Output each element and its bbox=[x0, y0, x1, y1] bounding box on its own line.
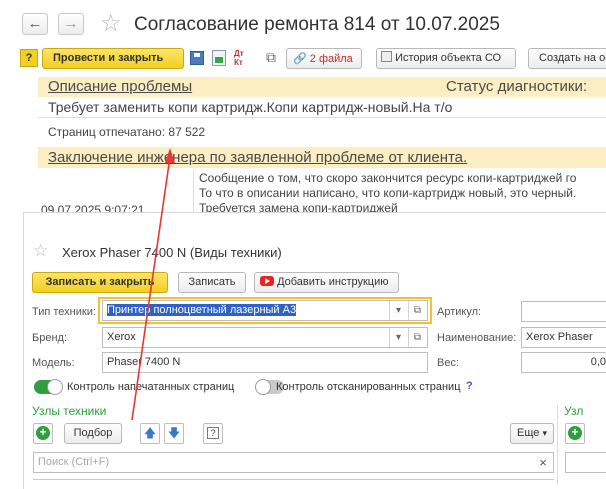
add-instruction-label: Добавить инструкцию bbox=[277, 276, 389, 288]
save-disk-icon[interactable] bbox=[190, 51, 204, 65]
back-window: ← → ☆ Согласование ремонта 814 от 10.07.… bbox=[0, 0, 606, 217]
quick-select-button[interactable]: ? bbox=[203, 423, 223, 444]
add-row-button[interactable]: + bbox=[33, 423, 53, 444]
create-based-on-button[interactable]: Создать на осно bbox=[528, 48, 606, 69]
more-label: Еще bbox=[517, 427, 540, 439]
front-window: ☆ Xerox Phaser 7400 N (Виды техники) Зап… bbox=[23, 212, 606, 489]
conclusion-title: Заключение инженера по заявленной пробле… bbox=[48, 149, 468, 166]
toggle-knob bbox=[47, 379, 63, 395]
open-icon[interactable]: ⧉ bbox=[408, 301, 426, 320]
conclusion-line: То что в описании написано, что копи-кар… bbox=[199, 186, 577, 200]
save-button[interactable]: Записать bbox=[178, 272, 246, 293]
help-question-icon[interactable]: ? bbox=[466, 380, 473, 392]
model-label: Модель: bbox=[32, 357, 75, 369]
form-title: Xerox Phaser 7400 N (Виды техники) bbox=[62, 245, 282, 260]
clear-icon[interactable]: × bbox=[534, 453, 552, 472]
search-input[interactable]: Поиск (Ctrl+F) × bbox=[33, 452, 554, 473]
favorite-star-icon[interactable]: ☆ bbox=[100, 9, 122, 37]
post-and-close-button[interactable]: Провести и закрыть bbox=[42, 48, 184, 69]
attachment-icon: 🔗 bbox=[293, 52, 307, 65]
article-field[interactable] bbox=[521, 301, 606, 322]
save-and-close-label: Записать и закрыть bbox=[45, 276, 155, 288]
plus-circle-icon: + bbox=[568, 426, 582, 440]
toggle-knob bbox=[255, 379, 271, 395]
add-row-button-right[interactable]: + bbox=[565, 423, 585, 444]
favorite-star-icon[interactable]: ☆ bbox=[33, 241, 48, 261]
printed-pages-toggle[interactable] bbox=[34, 379, 63, 395]
brand-label: Бренд: bbox=[32, 332, 68, 344]
scanned-pages-toggle-label: Контроль отсканированных страниц bbox=[276, 381, 461, 393]
move-up-button[interactable]: 🡅 bbox=[140, 423, 160, 444]
post-document-icon[interactable] bbox=[212, 50, 226, 66]
youtube-icon bbox=[260, 276, 274, 286]
files-button[interactable]: 🔗 2 файла bbox=[286, 48, 362, 69]
divider bbox=[38, 117, 606, 118]
add-instruction-button[interactable]: Добавить инструкцию bbox=[254, 272, 399, 293]
forward-button[interactable]: → bbox=[58, 13, 84, 35]
problem-text: Требует заменить копи картридж.Копи карт… bbox=[48, 99, 453, 115]
diagnostic-status-label: Статус диагностики: bbox=[446, 78, 588, 95]
printed-pages-toggle-label: Контроль напечатанных страниц bbox=[67, 381, 235, 393]
type-label: Тип техники: bbox=[32, 306, 96, 318]
save-and-close-button[interactable]: Записать и закрыть bbox=[32, 272, 168, 293]
arrow-up-icon: 🡅 bbox=[143, 426, 157, 440]
nodes-title-right: Узл bbox=[564, 404, 584, 418]
printed-pages-label: Страниц отпечатано: 87 522 bbox=[48, 125, 206, 139]
open-icon[interactable]: ⧉ bbox=[408, 328, 426, 347]
history-label: История объекта СО bbox=[395, 52, 502, 64]
conclusion-divider bbox=[193, 170, 194, 212]
search-placeholder: Поиск (Ctrl+F) bbox=[38, 456, 110, 468]
more-button[interactable]: Еще ▾ bbox=[510, 423, 554, 444]
type-field[interactable]: Принтер полноцветный лазерный А3 ▾ ⧉ bbox=[102, 300, 428, 321]
table-header-line bbox=[33, 479, 554, 480]
model-field[interactable]: Phaser 7400 N bbox=[102, 352, 428, 373]
help-icon[interactable]: ? bbox=[20, 49, 38, 67]
nodes-title: Узлы техники bbox=[32, 404, 107, 418]
name-field[interactable]: Xerox Phaser bbox=[521, 327, 606, 348]
create-based-on-label: Создать на осно bbox=[539, 52, 606, 64]
history-icon bbox=[381, 51, 392, 62]
type-value: Принтер полноцветный лазерный А3 bbox=[107, 304, 297, 316]
post-and-close-label: Провести и закрыть bbox=[53, 52, 164, 64]
dropdown-arrow-icon[interactable]: ▾ bbox=[389, 328, 407, 347]
save-label: Записать bbox=[188, 276, 236, 288]
clip-icon[interactable]: ⧉ bbox=[262, 49, 280, 67]
files-label: 2 файла bbox=[309, 53, 353, 65]
plus-circle-icon: + bbox=[36, 426, 50, 440]
name-label: Наименование: bbox=[437, 332, 517, 344]
weight-label: Вес: bbox=[437, 357, 460, 369]
history-button[interactable]: История объекта СО bbox=[376, 48, 516, 69]
weight-field[interactable]: 0,0 bbox=[521, 352, 606, 373]
article-label: Артикул: bbox=[437, 306, 482, 318]
search-input-right[interactable] bbox=[565, 452, 606, 473]
back-button[interactable]: ← bbox=[22, 13, 48, 35]
question-box-icon: ? bbox=[207, 427, 219, 439]
section-divider bbox=[557, 405, 558, 485]
move-down-button[interactable]: 🡇 bbox=[164, 423, 184, 444]
chevron-down-icon: ▾ bbox=[542, 428, 547, 438]
select-label: Подбор bbox=[73, 427, 113, 439]
brand-field[interactable]: Xerox ▾ ⧉ bbox=[102, 327, 428, 348]
select-button[interactable]: Подбор bbox=[64, 423, 122, 444]
dt-kt-icon[interactable]: Дт Кт bbox=[234, 49, 256, 67]
brand-value: Xerox bbox=[107, 331, 136, 343]
problem-title: Описание проблемы bbox=[48, 78, 193, 95]
conclusion-line: Сообщение о том, что скоро закончится ре… bbox=[199, 171, 577, 185]
arrow-down-icon: 🡇 bbox=[167, 426, 181, 440]
window-title: Согласование ремонта 814 от 10.07.2025 bbox=[134, 14, 500, 35]
dropdown-arrow-icon[interactable]: ▾ bbox=[389, 301, 407, 320]
